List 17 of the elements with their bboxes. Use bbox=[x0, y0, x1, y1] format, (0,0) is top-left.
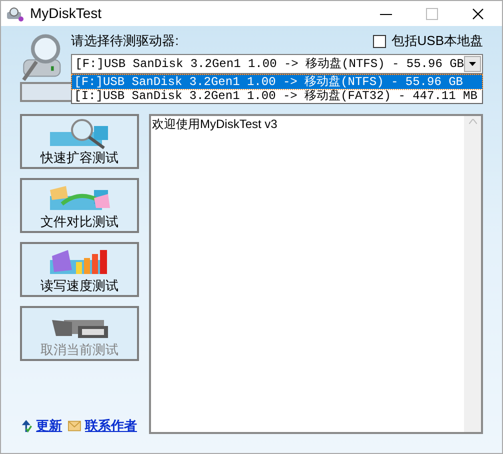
close-icon[interactable] bbox=[472, 8, 484, 20]
test-button[interactable]: 读写速度测试 bbox=[20, 242, 139, 297]
arrow-check-icon bbox=[21, 418, 32, 433]
disk-app-icon bbox=[6, 6, 24, 22]
link[interactable]: 更新 bbox=[36, 416, 62, 436]
drive-label: 请选择待测驱动器: bbox=[71, 32, 179, 50]
test-button[interactable]: 文件对比测试 bbox=[20, 178, 139, 233]
drive-dropdown[interactable]: [F:]USB SanDisk 3.2Gen1 1.00 -> 移动盘(NTFS) - 55.96 GB bbox=[71, 54, 483, 74]
link[interactable]: 联系作者 bbox=[85, 416, 137, 436]
test-button[interactable]: 快速扩容测试 bbox=[20, 114, 139, 169]
dropdown-option[interactable]: [F:]USB SanDisk 3.2Gen1 1.00 -> 移动盘(NTFS) - 55.96 GB bbox=[72, 75, 482, 89]
include-usb-checkbox[interactable] bbox=[373, 34, 386, 48]
log-text: 欢迎使用MyDiskTest v3 bbox=[151, 116, 278, 133]
envelope-icon bbox=[68, 420, 81, 432]
scrollbar[interactable] bbox=[464, 116, 481, 432]
window-title: MyDiskTest bbox=[30, 4, 102, 23]
include-usb-label: 包括USB本地盘 bbox=[391, 32, 483, 50]
